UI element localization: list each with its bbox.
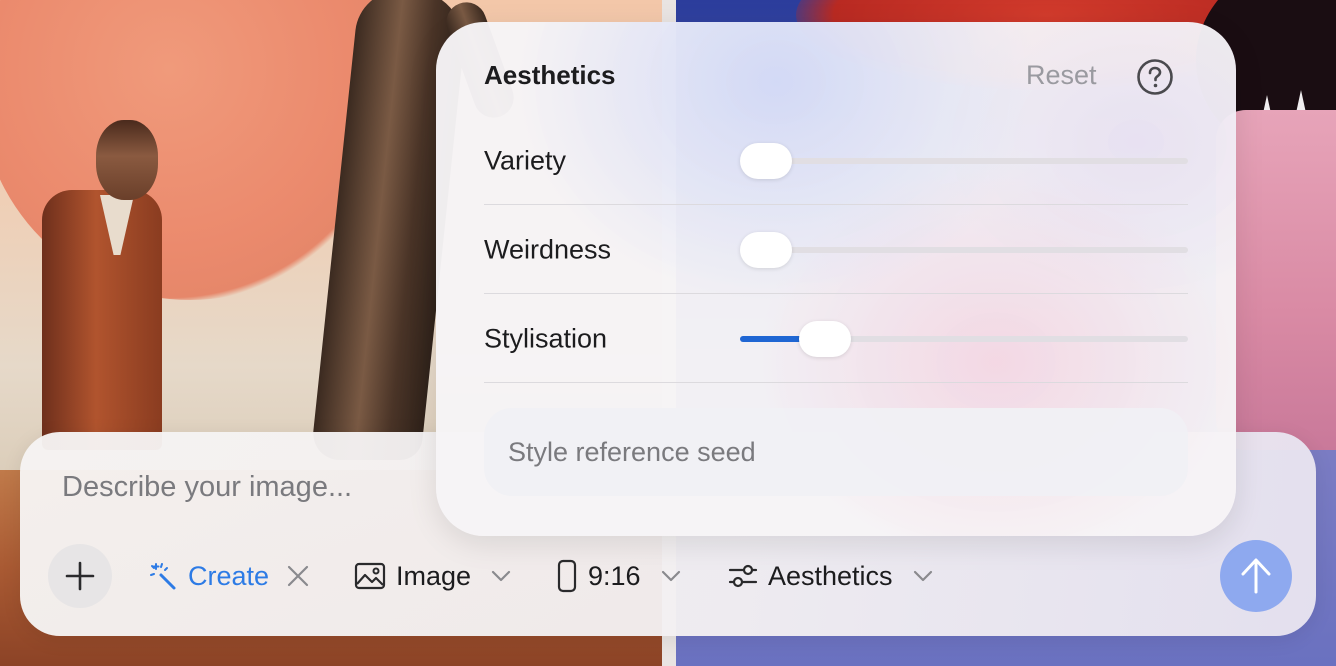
chevron-down-icon — [913, 570, 932, 582]
close-icon[interactable] — [285, 563, 311, 589]
stylisation-slider[interactable] — [740, 319, 1188, 359]
divider — [484, 382, 1188, 383]
reset-button[interactable]: Reset — [1026, 60, 1097, 91]
aesthetics-panel: Aesthetics Reset Variety Weirdness Styli… — [436, 22, 1236, 536]
panel-title: Aesthetics — [484, 60, 616, 90]
phone-portrait-icon — [557, 559, 577, 593]
variety-slider[interactable] — [740, 141, 1188, 181]
arrow-up-icon — [1241, 558, 1271, 594]
image-type-label: Image — [396, 560, 472, 591]
slider-label: Variety — [484, 145, 567, 175]
aspect-ratio-label: 9:16 — [588, 560, 641, 591]
aesthetics-dropdown[interactable]: Aesthetics — [728, 558, 935, 594]
sliders-icon — [728, 564, 758, 588]
image-icon — [354, 562, 386, 590]
style-reference-seed-input[interactable] — [484, 408, 1188, 496]
slider-row-stylisation: Stylisation — [484, 294, 1188, 383]
slider-thumb[interactable] — [799, 320, 852, 357]
slider-row-variety: Variety — [484, 116, 1188, 205]
slider-thumb[interactable] — [740, 142, 792, 179]
figure-head-shape — [96, 120, 158, 200]
submit-button[interactable] — [1220, 540, 1292, 612]
slider-label: Weirdness — [484, 234, 612, 264]
slider-label: Stylisation — [484, 323, 608, 353]
slider-track — [740, 246, 1188, 253]
weirdness-slider[interactable] — [740, 230, 1188, 270]
slider-thumb[interactable] — [740, 231, 792, 268]
slider-track — [740, 157, 1188, 164]
aspect-ratio-dropdown[interactable]: 9:16 — [556, 558, 683, 594]
create-mode-label: Create — [188, 560, 270, 591]
create-mode-button[interactable]: Create — [148, 558, 311, 594]
slider-row-weirdness: Weirdness — [484, 205, 1188, 294]
aesthetics-label: Aesthetics — [768, 560, 893, 591]
chevron-down-icon — [491, 570, 511, 582]
image-type-dropdown[interactable]: Image — [354, 558, 513, 594]
chevron-down-icon — [661, 570, 680, 582]
prompt-input[interactable] — [60, 468, 444, 506]
toolbar: Create Image 9:16 Aesthetics — [20, 558, 1316, 594]
question-circle-icon[interactable] — [1136, 58, 1174, 96]
figure-body-shape — [42, 190, 162, 450]
magic-wand-icon — [150, 563, 176, 590]
